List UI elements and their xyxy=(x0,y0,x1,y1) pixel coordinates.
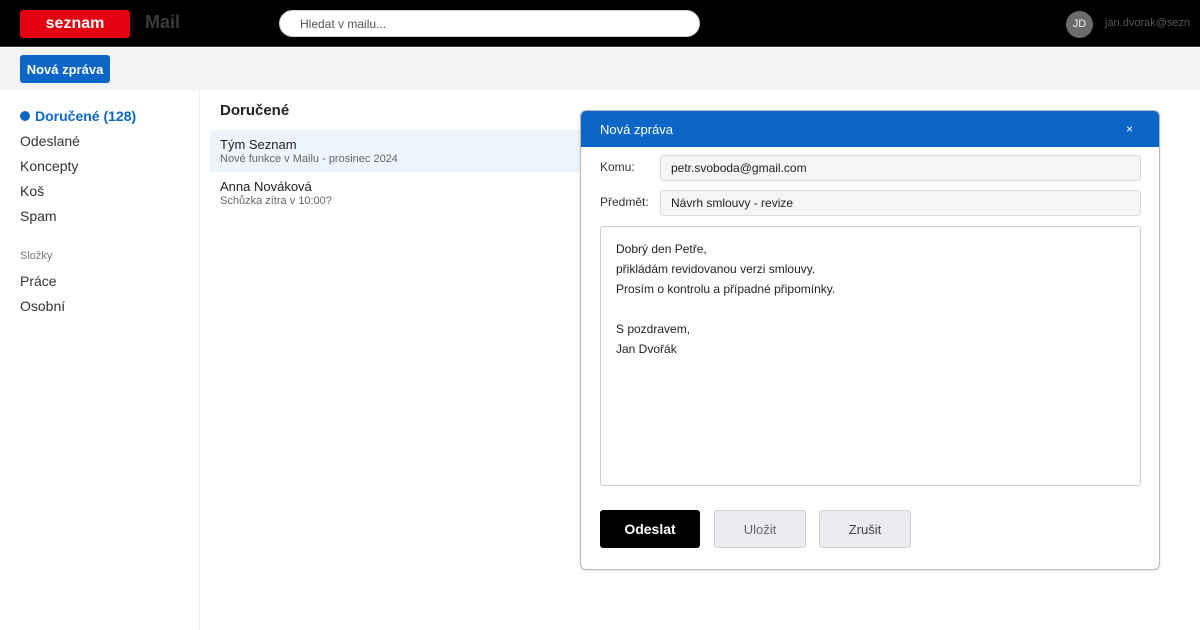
sidebar-item-trash[interactable]: Koš xyxy=(20,183,44,199)
folders-heading: Složky xyxy=(20,250,53,262)
sidebar: Doručené (128) Odeslané Koncepty Koš Spa… xyxy=(0,90,200,630)
message-body-input[interactable]: Dobrý den Petře, přikládám revidovanou v… xyxy=(600,226,1141,486)
cancel-button[interactable]: Zrušit xyxy=(819,510,911,548)
user-email[interactable]: jan.dvorak@sezn xyxy=(1105,17,1190,29)
app-name: Mail xyxy=(145,12,181,32)
compose-button[interactable]: Nová zpráva xyxy=(20,55,110,83)
unread-dot-icon xyxy=(20,111,30,121)
search-input[interactable] xyxy=(279,10,700,37)
sidebar-item-drafts[interactable]: Koncepty xyxy=(20,158,78,174)
sidebar-folder-work[interactable]: Práce xyxy=(20,273,57,289)
sidebar-item-label: Doručené (128) xyxy=(35,108,137,124)
mail-list-item[interactable]: Tým Seznam Nové funkce v Mailu - prosine… xyxy=(210,130,590,172)
save-button[interactable]: Uložit xyxy=(714,510,806,548)
sidebar-folder-personal[interactable]: Osobní xyxy=(20,298,65,314)
sidebar-item-inbox[interactable]: Doručené (128) xyxy=(20,108,136,124)
compose-dialog-title: Nová zpráva xyxy=(600,122,673,137)
mail-sender: Anna Nováková xyxy=(220,179,312,194)
avatar[interactable]: JD xyxy=(1066,11,1093,38)
mail-list-title: Doručené xyxy=(220,102,290,119)
seznam-logo[interactable]: seznam xyxy=(20,10,130,38)
compose-dialog: Nová zpráva × Komu: Předmět: Dobrý den P… xyxy=(580,110,1160,570)
subject-label: Předmět: xyxy=(600,195,649,209)
mail-preview: Schůzka zítra v 10:00? xyxy=(220,195,332,207)
compose-dialog-header: Nová zpráva × xyxy=(581,111,1159,147)
mail-sender: Tým Seznam xyxy=(220,137,297,152)
subject-field[interactable] xyxy=(660,190,1141,216)
mail-preview: Nové funkce v Mailu - prosinec 2024 xyxy=(220,153,398,165)
to-label: Komu: xyxy=(600,160,635,174)
sidebar-item-sent[interactable]: Odeslané xyxy=(20,133,80,149)
top-bar: seznam Mail JD jan.dvorak@sezn xyxy=(0,0,1200,47)
to-field[interactable] xyxy=(660,155,1141,181)
mail-list-item[interactable]: Anna Nováková Schůzka zítra v 10:00? xyxy=(210,172,590,214)
close-icon[interactable]: × xyxy=(1126,122,1133,136)
toolbar: Nová zpráva xyxy=(0,48,1200,90)
sidebar-item-spam[interactable]: Spam xyxy=(20,208,57,224)
send-button[interactable]: Odeslat xyxy=(600,510,700,548)
